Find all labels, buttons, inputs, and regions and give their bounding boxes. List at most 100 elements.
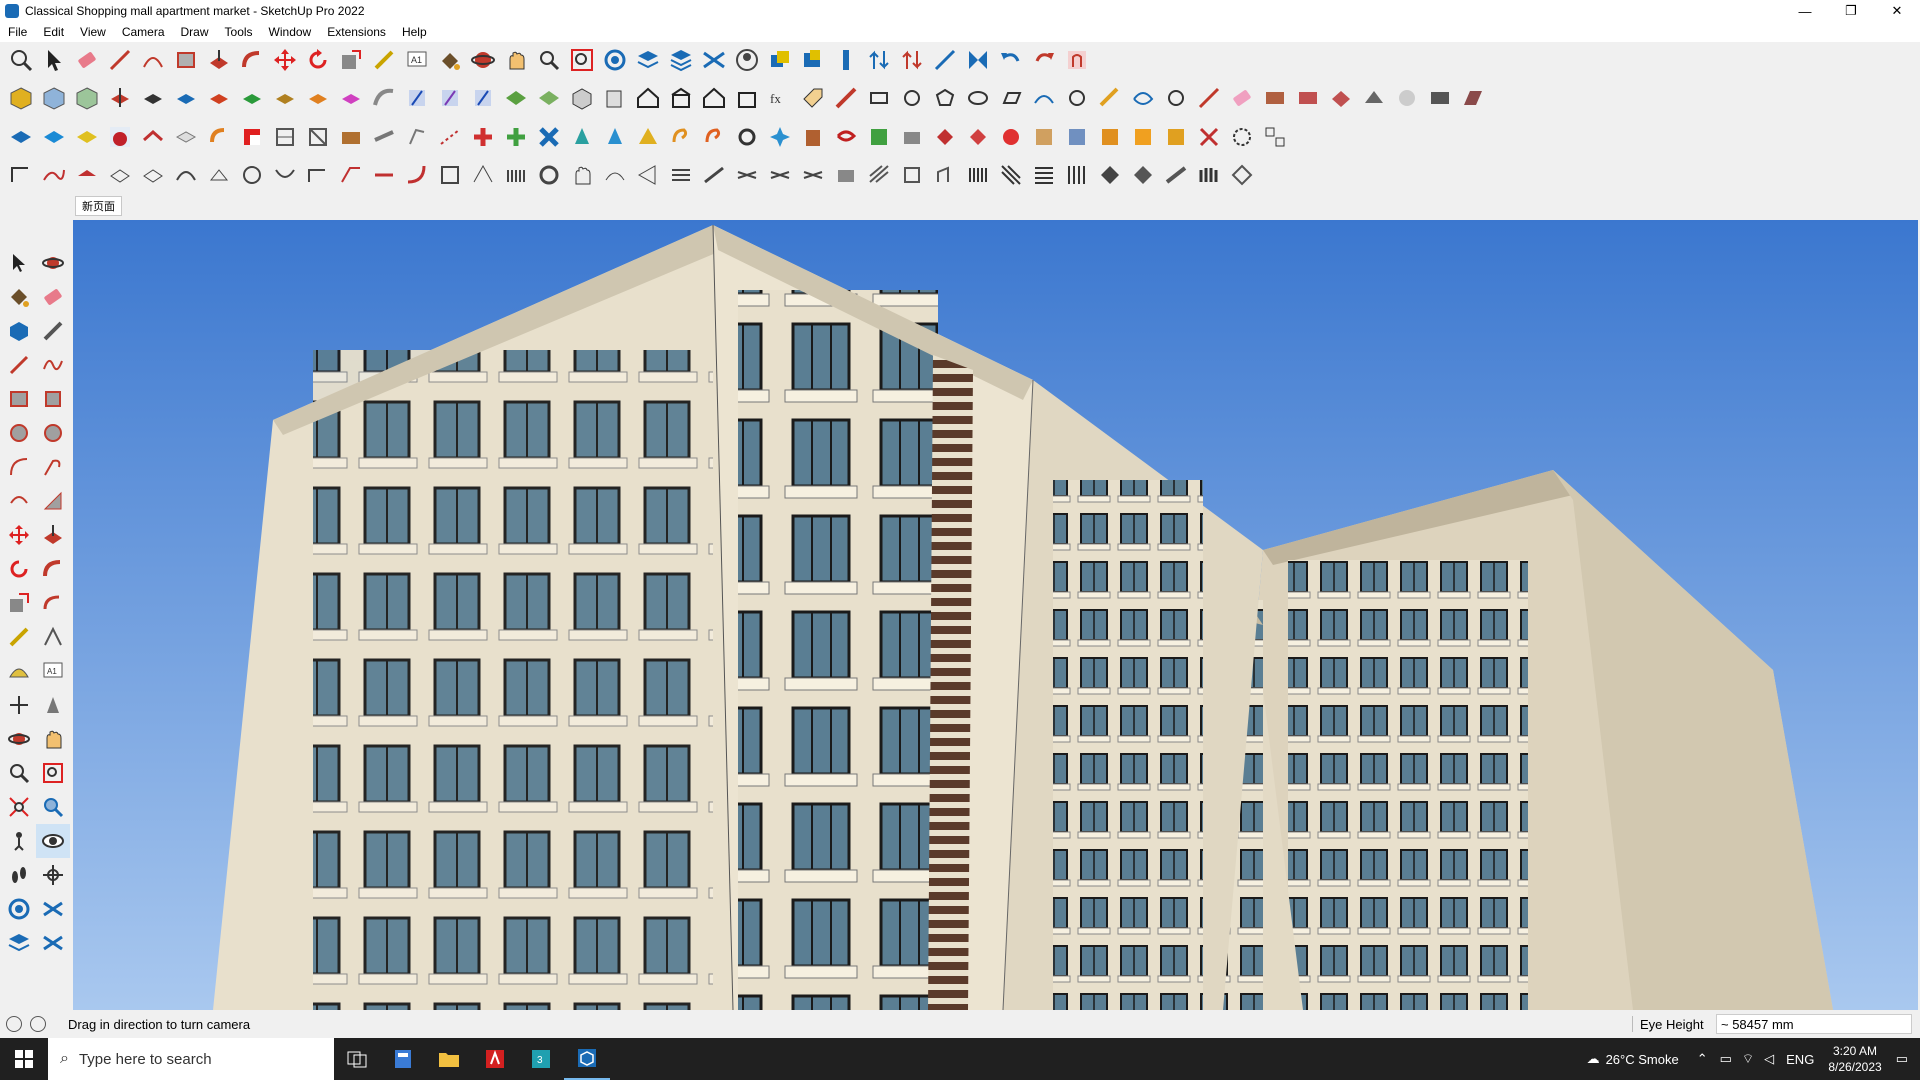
paint-tool-icon[interactable]	[2, 280, 36, 314]
flip-red-icon[interactable]	[897, 45, 927, 75]
eraser-pink-icon[interactable]	[1227, 83, 1257, 113]
3dtext-tool-icon[interactable]	[36, 688, 70, 722]
curve-8-icon[interactable]	[237, 160, 267, 190]
brick-7-icon[interactable]	[1458, 83, 1488, 113]
shape-2-icon[interactable]	[897, 83, 927, 113]
plug-32-icon[interactable]	[1161, 122, 1191, 152]
display-cuts-tool-icon[interactable]	[36, 892, 70, 926]
weather-text[interactable]: 26°C Smoke	[1606, 1052, 1679, 1067]
move-icon[interactable]	[270, 45, 300, 75]
rotate-icon[interactable]	[303, 45, 333, 75]
tape-tool-icon[interactable]	[36, 314, 70, 348]
measurement-input[interactable]: ~ 58457 mm	[1716, 1014, 1912, 1034]
plug-34-icon[interactable]	[1227, 122, 1257, 152]
position-camera-tool-icon[interactable]	[2, 824, 36, 858]
plug-6-icon[interactable]	[303, 122, 333, 152]
brick-2-icon[interactable]	[1293, 83, 1323, 113]
plug-13-icon[interactable]	[534, 122, 564, 152]
plug-29-icon[interactable]	[1062, 122, 1092, 152]
cube-yellow-icon[interactable]	[6, 83, 36, 113]
shape-4-icon[interactable]	[963, 83, 993, 113]
paint-icon[interactable]	[435, 45, 465, 75]
tag-icon[interactable]	[798, 83, 828, 113]
solid-blue-icon[interactable]	[6, 122, 36, 152]
zoom-extents-tool-icon[interactable]	[2, 790, 36, 824]
sketchup-app-icon[interactable]	[564, 1038, 610, 1080]
redo-icon[interactable]	[1029, 45, 1059, 75]
plug-19-icon[interactable]	[732, 122, 762, 152]
menu-help[interactable]: Help	[394, 25, 435, 39]
view-right-icon[interactable]	[204, 83, 234, 113]
curve-16-icon[interactable]	[501, 160, 531, 190]
orbit2-tool-icon[interactable]	[2, 722, 36, 756]
freehand-tool-icon[interactable]	[36, 348, 70, 382]
select-icon[interactable]	[39, 45, 69, 75]
solid-yellow-icon[interactable]	[72, 122, 102, 152]
ruler-red-icon[interactable]	[831, 83, 861, 113]
pushpull-tool-icon[interactable]	[36, 518, 70, 552]
pan-tool-icon[interactable]	[36, 722, 70, 756]
shape-10-icon[interactable]	[1161, 83, 1191, 113]
axes-icon[interactable]	[930, 45, 960, 75]
warehouse-icon[interactable]	[765, 45, 795, 75]
plug-8-icon[interactable]	[369, 122, 399, 152]
plug-5-icon[interactable]	[270, 122, 300, 152]
curve-29-icon[interactable]	[930, 160, 960, 190]
notification-icon[interactable]: ▭	[1896, 1051, 1908, 1067]
plug-28-icon[interactable]	[1029, 122, 1059, 152]
sketchup-red-icon[interactable]	[105, 122, 135, 152]
axes-tool-icon[interactable]	[2, 688, 36, 722]
minimize-button[interactable]: —	[1782, 0, 1828, 22]
plug-11-icon[interactable]	[468, 122, 498, 152]
shape-7-icon[interactable]	[1062, 83, 1092, 113]
dimension-tool-icon[interactable]	[36, 620, 70, 654]
rotate-tool-icon[interactable]	[2, 552, 36, 586]
curve-33-icon[interactable]	[1062, 160, 1092, 190]
view-back-icon[interactable]	[237, 83, 267, 113]
shape-6-icon[interactable]	[1029, 83, 1059, 113]
curve-1-icon[interactable]	[6, 160, 36, 190]
tape-measure-tool-icon[interactable]	[2, 620, 36, 654]
view-iso-icon[interactable]	[105, 83, 135, 113]
plug-24-icon[interactable]	[897, 122, 927, 152]
shape-3-icon[interactable]	[930, 83, 960, 113]
curve-7-icon[interactable]	[204, 160, 234, 190]
zoom-window-icon[interactable]	[534, 45, 564, 75]
curve-26-icon[interactable]	[831, 160, 861, 190]
plug-3-icon[interactable]	[204, 122, 234, 152]
lookaround-tool-icon[interactable]	[36, 824, 70, 858]
model-viewport[interactable]	[73, 220, 1918, 1010]
curve-27-icon[interactable]	[864, 160, 894, 190]
clock[interactable]: 3:20 AM 8/26/2023	[1828, 1043, 1881, 1075]
orbit-tool-icon[interactable]	[36, 246, 70, 280]
move-tool-icon[interactable]	[2, 518, 36, 552]
menu-tools[interactable]: Tools	[217, 25, 261, 39]
plug-22-icon[interactable]	[831, 122, 861, 152]
plug-12-icon[interactable]	[501, 122, 531, 152]
align-icon[interactable]	[963, 45, 993, 75]
menu-view[interactable]: View	[72, 25, 114, 39]
display-section-tool-icon[interactable]	[2, 892, 36, 926]
curve-9-icon[interactable]	[270, 160, 300, 190]
curve-2-icon[interactable]	[39, 160, 69, 190]
text-icon[interactable]: A1	[402, 45, 432, 75]
curve-24-icon[interactable]	[765, 160, 795, 190]
followme-icon[interactable]	[237, 45, 267, 75]
scale-tool-icon[interactable]	[2, 586, 36, 620]
solid-icon[interactable]	[831, 45, 861, 75]
plane-2-icon[interactable]	[435, 83, 465, 113]
orbit-icon[interactable]	[468, 45, 498, 75]
help-icon[interactable]	[1062, 45, 1092, 75]
box-1-icon[interactable]	[567, 83, 597, 113]
cube-blue-icon[interactable]	[39, 83, 69, 113]
network-icon[interactable]: ▭	[1720, 1051, 1732, 1067]
curve-19-icon[interactable]	[600, 160, 630, 190]
plug-7-icon[interactable]	[336, 122, 366, 152]
acrobat-icon[interactable]	[472, 1038, 518, 1080]
plug-25-icon[interactable]	[930, 122, 960, 152]
brick-5-icon[interactable]	[1392, 83, 1422, 113]
view-left-icon[interactable]	[270, 83, 300, 113]
taskbar-search[interactable]: ⌕ Type here to search	[48, 1038, 334, 1080]
house-4-icon[interactable]	[732, 83, 762, 113]
curve-31-icon[interactable]	[996, 160, 1026, 190]
